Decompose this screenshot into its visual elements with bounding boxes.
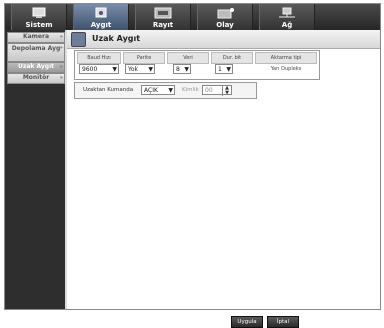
column-header: Parite bbox=[123, 52, 165, 64]
chevron-right-icon: » bbox=[59, 34, 63, 40]
select-value: Yok bbox=[128, 66, 139, 73]
tab-label: Olay bbox=[216, 21, 234, 29]
sidebar-item-label: Depolama Ayg bbox=[11, 45, 61, 52]
chevron-down-icon: ▼ bbox=[148, 66, 153, 73]
sidebar-item-monitor[interactable]: Monitör » bbox=[7, 73, 65, 84]
chevron-down-icon: ▼ bbox=[112, 66, 117, 73]
sidebar-item-remote-device[interactable]: Uzak Aygıt » bbox=[7, 62, 65, 73]
tab-label: Rayıt bbox=[152, 21, 174, 29]
chevron-down-icon: ▼ bbox=[168, 87, 173, 94]
device-icon bbox=[95, 7, 107, 18]
sidebar-item-label: Uzak Aygıt bbox=[17, 63, 55, 70]
top-menu-bar: Sistem Aygıt Rayıt Olay Ağ bbox=[5, 4, 380, 30]
data-bits-select[interactable]: 8 ▼ bbox=[173, 64, 191, 74]
event-icon bbox=[217, 8, 234, 19]
select-value: 8 bbox=[176, 66, 180, 73]
tab-label: Ağ bbox=[281, 21, 293, 29]
id-stepper[interactable]: 00 ▲ ▼ bbox=[202, 85, 232, 96]
cancel-button[interactable]: İptal bbox=[267, 316, 299, 328]
remote-control-row: Uzaktan Kumanda AÇIK ▼ Kimlik 00 ▲ ▼ bbox=[74, 82, 257, 99]
chevron-down-icon: ▼ bbox=[226, 66, 231, 73]
column-header: Baud Hızı bbox=[77, 52, 121, 64]
tab-system[interactable]: Sistem bbox=[11, 4, 67, 30]
tab-label: Sistem bbox=[25, 21, 53, 29]
id-value: 00 bbox=[205, 87, 213, 94]
sidebar: Kamera » Depolama Ayg » Uzak Aygıt » Mon… bbox=[5, 30, 65, 309]
select-value: AÇIK bbox=[144, 87, 158, 94]
chevron-down-icon: ▼ bbox=[184, 66, 189, 73]
column-header: Dur. bit bbox=[211, 52, 253, 64]
stepper-arrows-icon[interactable]: ▲ ▼ bbox=[222, 86, 231, 96]
stop-bits-select[interactable]: 1 ▼ bbox=[215, 64, 233, 74]
baud-rate-select[interactable]: 9600 ▼ bbox=[79, 64, 119, 74]
tab-network[interactable]: Ağ bbox=[259, 4, 315, 30]
sidebar-item-storage[interactable]: Depolama Ayg » bbox=[7, 43, 65, 62]
id-label: Kimlik bbox=[182, 87, 199, 93]
page-title: Uzak Aygıt bbox=[92, 34, 141, 43]
chevron-right-icon: » bbox=[59, 45, 63, 51]
system-icon bbox=[32, 7, 46, 18]
parity-select[interactable]: Yok ▼ bbox=[125, 64, 155, 74]
record-icon bbox=[154, 7, 172, 19]
device-icon bbox=[71, 32, 86, 47]
apply-button[interactable]: Uygula bbox=[231, 316, 263, 328]
tab-device[interactable]: Aygıt bbox=[73, 4, 129, 30]
tab-event[interactable]: Olay bbox=[197, 4, 253, 30]
remote-control-label: Uzaktan Kumanda bbox=[83, 87, 134, 93]
chevron-right-icon: » bbox=[59, 64, 63, 70]
app-window: Sistem Aygıt Rayıt Olay Ağ Kamera » Depo… bbox=[4, 3, 381, 328]
column-header: Veri bbox=[167, 52, 209, 64]
sidebar-item-camera[interactable]: Kamera » bbox=[7, 32, 65, 43]
select-value: 9600 bbox=[82, 66, 98, 73]
chevron-right-icon: » bbox=[59, 75, 63, 81]
select-value: 1 bbox=[218, 66, 222, 73]
transfer-type-value: Yarı Dupleks bbox=[270, 66, 302, 72]
serial-settings-table: Baud Hızı Parite Veri Dur. bit Aktarma t… bbox=[74, 50, 320, 80]
main-panel: Uzak Aygıt Baud Hızı Parite Veri Dur. bi… bbox=[67, 30, 380, 328]
column-header: Aktarma tipi bbox=[255, 52, 317, 64]
tab-record[interactable]: Rayıt bbox=[135, 4, 191, 30]
sidebar-item-label: Monitör bbox=[22, 74, 50, 81]
tab-label: Aygıt bbox=[90, 21, 112, 29]
remote-control-select[interactable]: AÇIK ▼ bbox=[141, 85, 175, 95]
sidebar-item-label: Kamera bbox=[22, 33, 50, 40]
network-icon bbox=[279, 7, 295, 18]
page-header: Uzak Aygıt bbox=[67, 30, 380, 49]
